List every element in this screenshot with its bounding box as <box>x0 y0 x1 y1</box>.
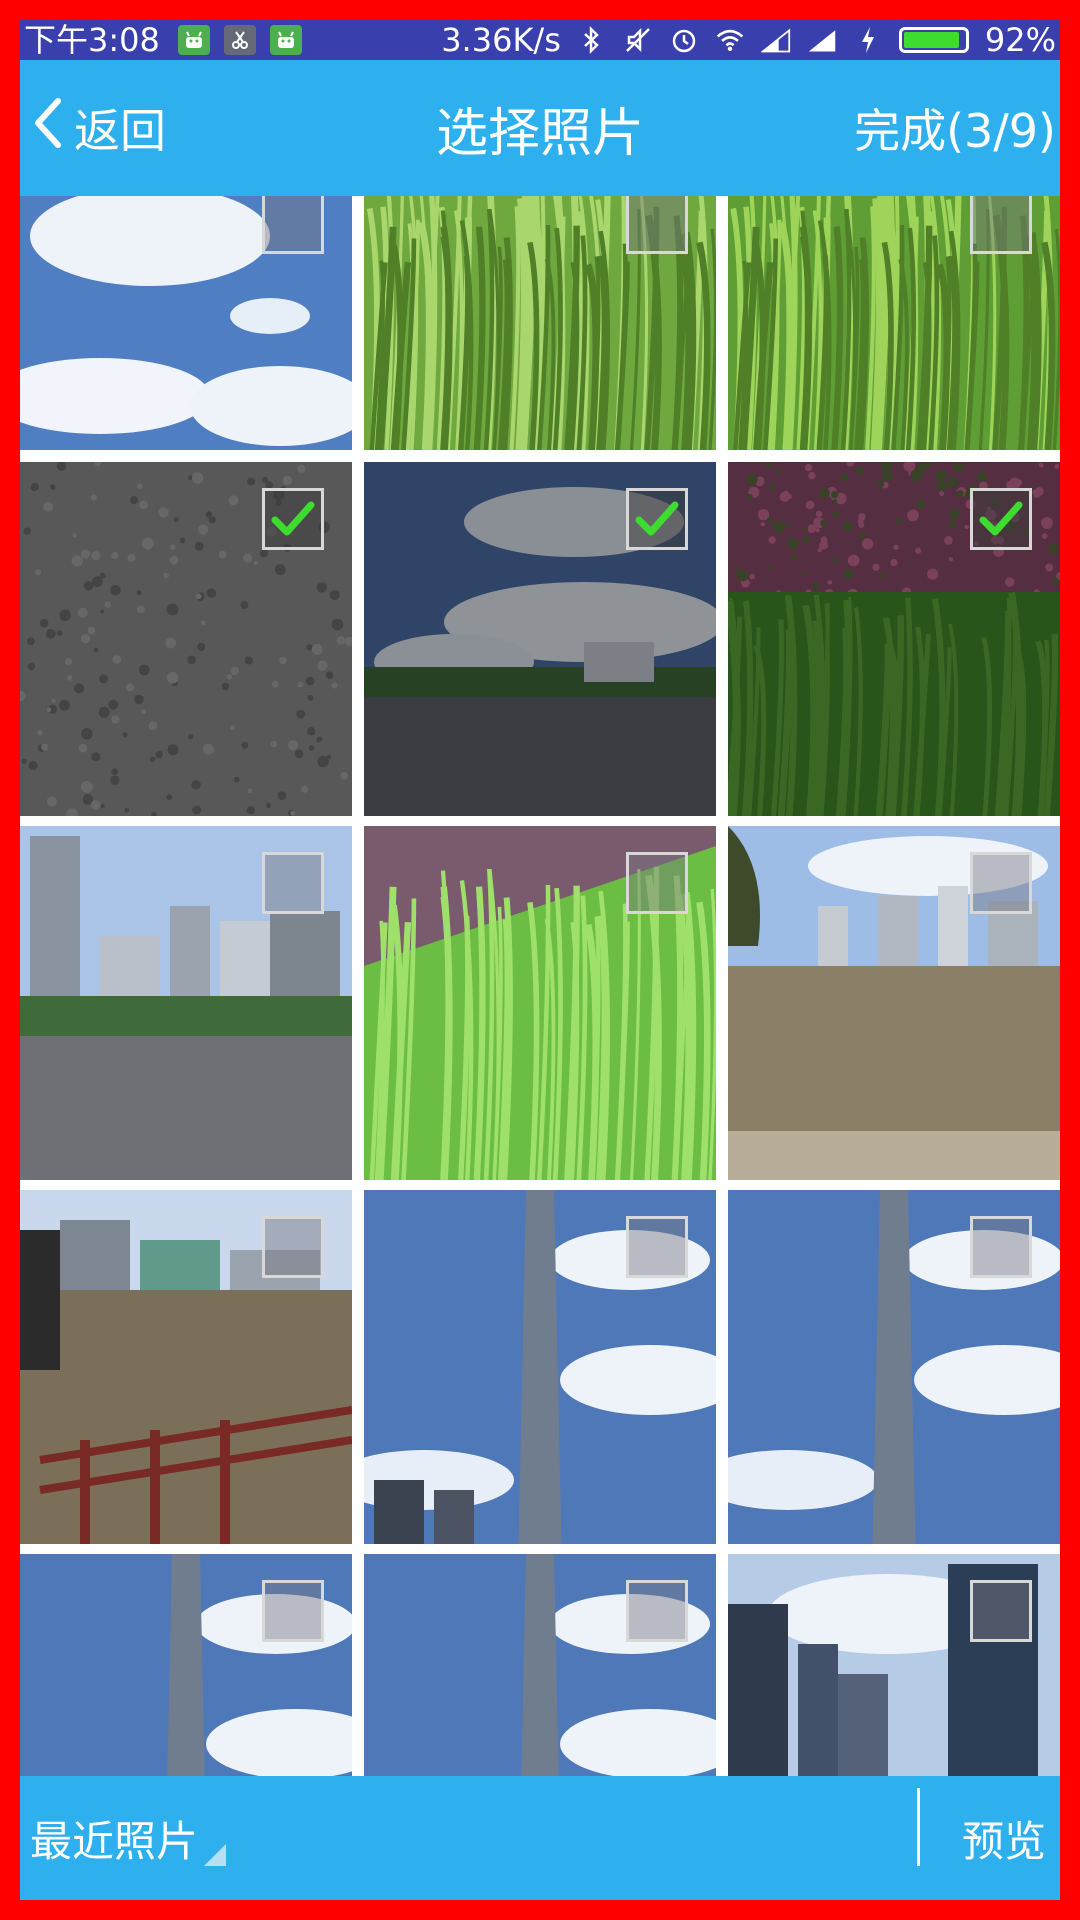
signal-icon <box>807 25 837 55</box>
android-icon <box>269 25 302 55</box>
back-button[interactable]: 返回 <box>30 60 166 196</box>
android-icon <box>177 25 210 55</box>
back-label: 返回 <box>74 104 166 158</box>
bottom-bar: 最近照片 预览 <box>20 1776 1060 1900</box>
album-label: 最近照片 <box>30 1816 199 1866</box>
bottom-divider <box>917 1788 920 1866</box>
photo-tile[interactable] <box>20 196 352 450</box>
wifi-icon <box>715 25 745 55</box>
photo-checkbox[interactable] <box>626 488 688 550</box>
photo-picker-screen: 下午3:08 3.36K/s 92% 返回 选择照片 完成(3/9) 最近照片 … <box>20 20 1060 1900</box>
photo-checkbox[interactable] <box>970 196 1032 254</box>
photo-checkbox[interactable] <box>970 852 1032 914</box>
photo-checkbox[interactable] <box>626 852 688 914</box>
battery-icon <box>898 27 969 53</box>
photo-tile[interactable] <box>364 1190 716 1544</box>
signal-icon <box>760 25 791 55</box>
checkmark-icon <box>271 501 315 536</box>
album-selector[interactable]: 最近照片 <box>30 1776 227 1900</box>
done-button[interactable]: 完成(3/9) <box>854 60 1060 196</box>
photo-tile[interactable] <box>20 462 352 816</box>
status-bar: 下午3:08 3.36K/s 92% <box>20 20 1060 60</box>
photo-tile[interactable] <box>728 1554 1060 1796</box>
photo-checkbox[interactable] <box>262 1216 324 1278</box>
checkmark-icon <box>979 501 1023 536</box>
photo-checkbox[interactable] <box>262 1580 324 1642</box>
photo-checkbox[interactable] <box>626 1580 688 1642</box>
bluetooth-icon <box>577 25 607 55</box>
chevron-left-icon <box>30 97 64 160</box>
header-bar: 返回 选择照片 完成(3/9) <box>20 60 1060 196</box>
photo-tile[interactable] <box>364 462 716 816</box>
photo-tile[interactable] <box>364 1554 716 1796</box>
photo-tile[interactable] <box>728 1190 1060 1544</box>
corner-triangle-icon <box>204 1827 227 1876</box>
photo-checkbox[interactable] <box>626 1216 688 1278</box>
photo-checkbox[interactable] <box>262 852 324 914</box>
photo-tile[interactable] <box>20 826 352 1180</box>
photo-tile[interactable] <box>728 196 1060 450</box>
network-speed: 3.36K/s <box>441 21 561 59</box>
battery-percent: 92% <box>984 21 1056 59</box>
status-time: 下午3:08 <box>24 21 160 59</box>
checkmark-icon <box>635 501 679 536</box>
scissors-app-icon <box>223 25 256 55</box>
photo-checkbox[interactable] <box>970 1580 1032 1642</box>
photo-checkbox[interactable] <box>626 196 688 254</box>
photo-tile[interactable] <box>364 826 716 1180</box>
charging-icon <box>853 25 883 55</box>
alarm-icon <box>669 25 699 55</box>
photo-checkbox[interactable] <box>970 1216 1032 1278</box>
photo-tile[interactable] <box>728 462 1060 816</box>
photo-checkbox[interactable] <box>262 196 324 254</box>
mute-icon <box>623 25 653 55</box>
photo-checkbox[interactable] <box>262 488 324 550</box>
preview-button[interactable]: 预览 <box>962 1776 1046 1900</box>
photo-tile[interactable] <box>20 1554 352 1796</box>
photo-checkbox[interactable] <box>970 488 1032 550</box>
photo-tile[interactable] <box>364 196 716 450</box>
photo-tile[interactable] <box>728 826 1060 1180</box>
photo-grid[interactable] <box>20 196 1060 1796</box>
photo-tile[interactable] <box>20 1190 352 1544</box>
